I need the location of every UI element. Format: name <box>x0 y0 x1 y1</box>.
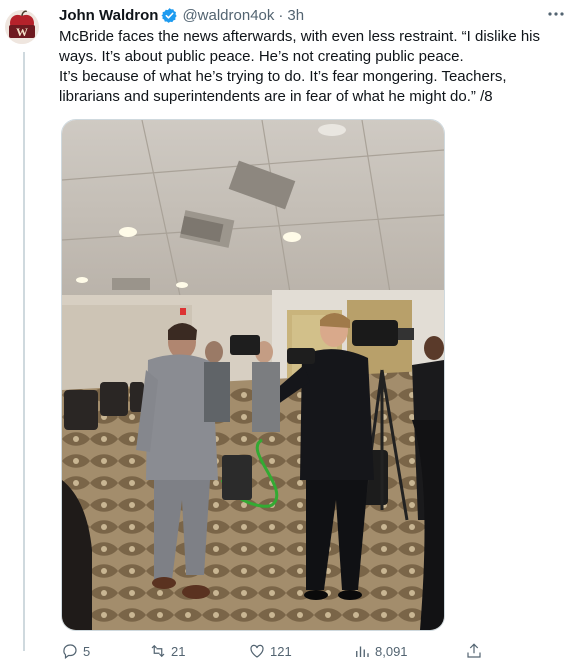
tweet-actions: 5 21 121 8,091 <box>61 642 491 662</box>
timestamp[interactable]: 3h <box>287 7 304 24</box>
more-options-icon[interactable] <box>544 6 568 22</box>
views-count: 8,091 <box>375 643 408 659</box>
reply-button[interactable]: 5 <box>61 642 90 660</box>
retweet-count: 21 <box>171 643 186 659</box>
retweet-icon <box>151 644 165 658</box>
tweet-paragraph: It’s because of what he’s trying to do. … <box>59 68 507 105</box>
thread-connector-line <box>23 52 25 651</box>
share-button[interactable] <box>465 642 483 660</box>
press-photo-image <box>62 120 444 630</box>
verified-badge-icon <box>161 7 178 24</box>
tweet-paragraph: McBride faces the news afterwards, with … <box>59 28 541 65</box>
reply-icon <box>63 644 77 659</box>
author-handle[interactable]: @waldron4ok <box>182 7 274 24</box>
views-button[interactable]: 8,091 <box>353 642 408 660</box>
svg-text:W: W <box>16 25 28 39</box>
like-count: 121 <box>270 643 292 659</box>
retweet-button[interactable]: 21 <box>149 642 185 660</box>
author-name[interactable]: John Waldron <box>59 7 158 24</box>
tweet-text: McBride faces the news afterwards, with … <box>59 27 564 107</box>
tweet-photo[interactable] <box>61 119 445 631</box>
avatar[interactable]: W <box>5 10 39 44</box>
reply-count: 5 <box>83 643 91 659</box>
tweet-header: John Waldron @waldron4ok · 3h <box>59 5 304 25</box>
like-button[interactable]: 121 <box>248 642 292 660</box>
views-icon <box>356 646 369 657</box>
like-icon <box>250 644 264 658</box>
share-icon <box>467 643 481 658</box>
apple-logo-icon: W <box>5 10 39 44</box>
separator-dot: · <box>278 6 284 24</box>
